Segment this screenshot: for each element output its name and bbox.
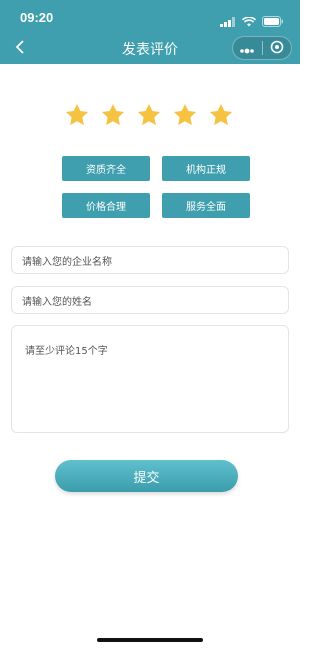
comment-placeholder: 请至少评论15个字 — [25, 346, 108, 357]
star-icon[interactable] — [64, 102, 90, 128]
star-rating — [64, 102, 234, 128]
signal-icon — [220, 12, 236, 31]
target-icon — [270, 39, 284, 58]
star-icon[interactable] — [172, 102, 198, 128]
mini-program-capsule — [232, 36, 292, 60]
wifi-icon — [241, 12, 257, 31]
more-button[interactable] — [233, 37, 262, 59]
tag-option[interactable]: 机构正规 — [162, 156, 250, 181]
name-placeholder: 请输入您的姓名 — [22, 296, 92, 308]
status-bar: 09:20 — [0, 0, 300, 34]
tag-option[interactable]: 价格合理 — [62, 193, 150, 218]
company-name-placeholder: 请输入您的企业名称 — [22, 256, 112, 268]
home-indicator — [97, 638, 203, 642]
nav-bar: 发表评价 — [0, 34, 300, 64]
tag-option[interactable]: 服务全面 — [162, 193, 250, 218]
status-time: 09:20 — [20, 10, 54, 25]
tag-option[interactable]: 资质齐全 — [62, 156, 150, 181]
comment-textarea[interactable]: 请至少评论15个字 — [11, 325, 289, 433]
close-mini-program-button[interactable] — [262, 37, 291, 59]
star-icon[interactable] — [136, 102, 162, 128]
more-dots-icon — [239, 39, 255, 58]
company-name-input[interactable]: 请输入您的企业名称 — [11, 246, 289, 274]
star-icon[interactable] — [208, 102, 234, 128]
name-input[interactable]: 请输入您的姓名 — [11, 286, 289, 314]
header: 09:20 发表评价 — [0, 0, 300, 64]
submit-button[interactable]: 提交 — [55, 460, 238, 492]
system-icons — [220, 12, 284, 31]
star-icon[interactable] — [100, 102, 126, 128]
battery-icon — [262, 12, 284, 31]
